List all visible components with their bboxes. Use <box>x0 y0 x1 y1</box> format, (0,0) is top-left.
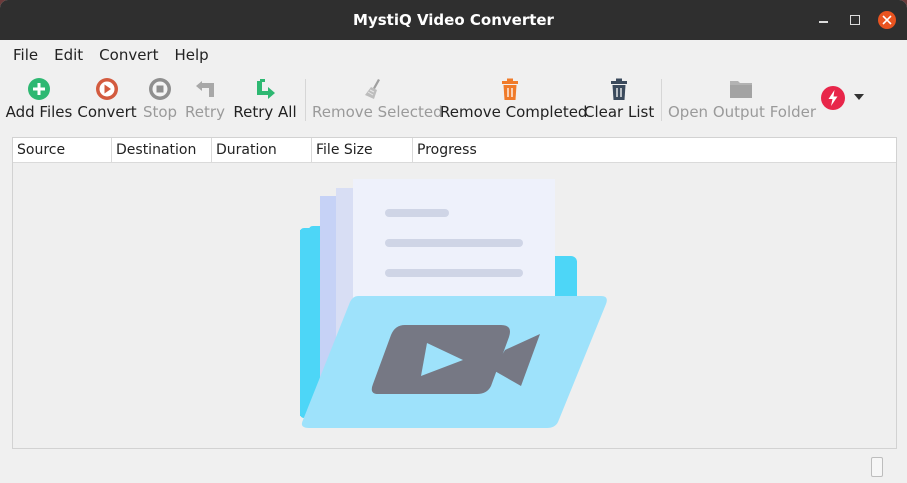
empty-list-illustration <box>300 179 607 428</box>
stop-icon <box>149 78 171 100</box>
toolbar-separator <box>661 79 662 121</box>
minimize-icon <box>818 21 828 23</box>
menu-file[interactable]: File <box>5 46 46 64</box>
menu-edit[interactable]: Edit <box>46 46 91 64</box>
remove-completed-button[interactable]: Remove Completed <box>440 69 588 133</box>
convert-label: Convert <box>77 103 137 121</box>
retry-button[interactable]: Retry <box>182 69 228 133</box>
title-bar[interactable]: MystiQ Video Converter <box>0 0 907 40</box>
retry-all-icon <box>257 79 275 99</box>
clear-list-label: Clear List <box>584 103 655 121</box>
close-button[interactable] <box>877 0 897 40</box>
menu-convert[interactable]: Convert <box>91 46 166 64</box>
maximize-icon <box>850 15 860 25</box>
column-file-size[interactable]: File Size <box>312 138 413 162</box>
play-icon <box>96 78 118 100</box>
retry-all-label: Retry All <box>233 103 297 121</box>
menu-bar: File Edit Convert Help <box>0 40 907 69</box>
stop-label: Stop <box>142 103 178 121</box>
convert-button[interactable]: Convert <box>76 69 138 133</box>
folder-icon <box>730 81 752 98</box>
retry-all-button[interactable]: Retry All <box>231 69 299 133</box>
toolbar-separator <box>305 79 306 121</box>
power-menu-button[interactable] <box>818 69 868 133</box>
app-window: MystiQ Video Converter File Edit Convert… <box>0 0 907 483</box>
remove-selected-button[interactable]: Remove Selected <box>312 69 443 133</box>
open-output-folder-label: Open Output Folder <box>668 103 817 121</box>
status-bar-grip[interactable] <box>871 457 883 477</box>
column-duration[interactable]: Duration <box>212 138 312 162</box>
column-source[interactable]: Source <box>13 138 112 162</box>
table-header: Source Destination Duration File Size Pr… <box>13 138 896 163</box>
open-output-folder-button[interactable]: Open Output Folder <box>668 69 817 133</box>
minimize-button[interactable] <box>812 0 834 40</box>
close-icon <box>878 11 896 29</box>
clear-list-button[interactable]: Clear List <box>584 69 654 133</box>
retry-label: Retry <box>185 103 225 121</box>
trash-icon <box>502 78 518 100</box>
power-icon <box>821 86 845 110</box>
stop-button[interactable]: Stop <box>140 69 180 133</box>
retry-icon <box>196 81 214 97</box>
column-progress[interactable]: Progress <box>413 138 896 162</box>
menu-help[interactable]: Help <box>166 46 216 64</box>
remove-completed-label: Remove Completed <box>440 103 588 121</box>
broom-icon <box>365 79 380 99</box>
column-destination[interactable]: Destination <box>112 138 212 162</box>
remove-selected-label: Remove Selected <box>312 103 443 121</box>
toolbar: Add Files Convert Stop Retry Retry All R… <box>0 69 907 137</box>
trash-dark-icon <box>611 78 627 100</box>
add-files-button[interactable]: Add Files <box>4 69 74 133</box>
window-title: MystiQ Video Converter <box>353 11 554 29</box>
conversion-table[interactable]: Source Destination Duration File Size Pr… <box>12 137 897 449</box>
add-icon <box>28 78 50 100</box>
chevron-down-icon <box>854 94 864 100</box>
maximize-button[interactable] <box>844 0 866 40</box>
add-files-label: Add Files <box>5 103 73 121</box>
